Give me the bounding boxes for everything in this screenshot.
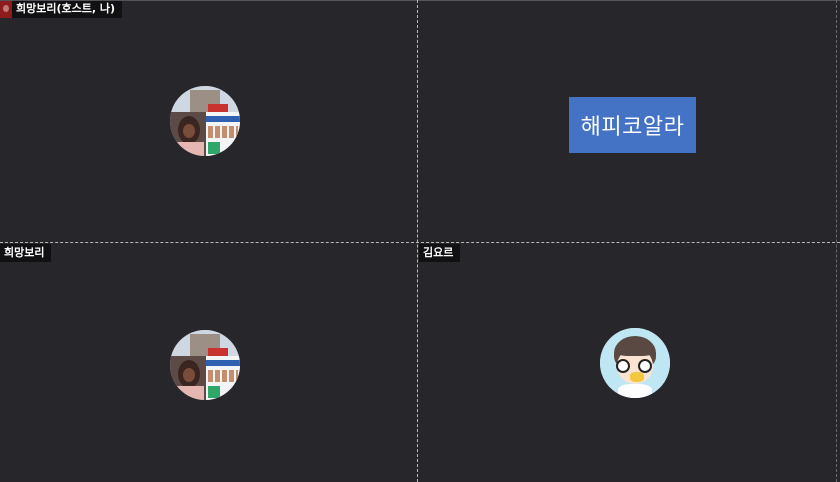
participant-tile[interactable]: 김요르 <box>419 244 840 482</box>
right-edge-divider <box>836 0 837 482</box>
participant-tile[interactable]: 해피코알라 <box>419 0 840 242</box>
grid-divider-vertical <box>417 0 418 482</box>
avatar <box>170 330 240 400</box>
video-gallery: 희망보리(호스트, 나) 해피코알라 희망보리 김요르 <box>0 0 840 482</box>
participant-name-card: 해피코알라 <box>569 97 696 153</box>
avatar <box>600 328 670 398</box>
participant-tile-host[interactable]: 희망보리(호스트, 나) <box>0 0 417 242</box>
participant-tile[interactable]: 희망보리 <box>0 244 417 482</box>
participant-name-tag: 희망보리 <box>0 244 52 262</box>
participant-name: 희망보리 <box>4 246 45 259</box>
participant-name: 희망보리(호스트, 나) <box>16 2 116 15</box>
avatar <box>170 86 240 156</box>
top-border <box>0 0 840 1</box>
participant-name: 김요르 <box>423 246 454 259</box>
participant-name-tag: 희망보리(호스트, 나) <box>0 0 123 18</box>
participant-name-tag: 김요르 <box>419 244 461 262</box>
grid-divider-horizontal <box>0 242 840 243</box>
host-badge-icon <box>0 0 12 18</box>
